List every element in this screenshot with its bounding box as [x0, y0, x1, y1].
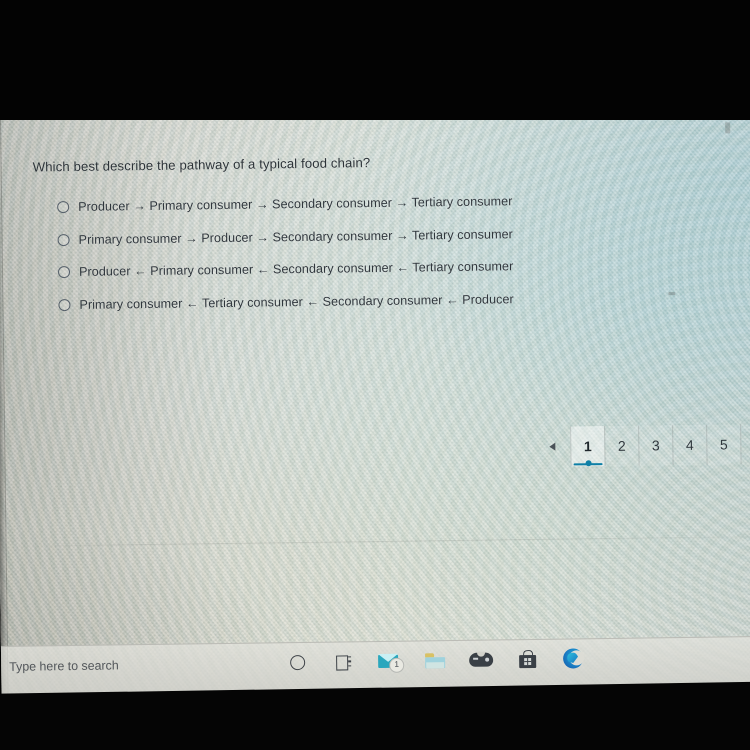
mail-unread-badge: 1	[389, 657, 405, 673]
pagination-page-label: 4	[685, 436, 694, 453]
answer-option-label: Producer → Primary consumer → Secondary …	[78, 194, 513, 215]
question-text: Which best describe the pathway of a typ…	[32, 155, 371, 175]
answer-options-list: Producer → Primary consumer → Secondary …	[57, 183, 699, 321]
folder-shape	[425, 652, 446, 668]
answer-option-label: Producer ← Primary consumer ← Secondary …	[78, 259, 514, 280]
radio-button-icon[interactable]	[58, 298, 71, 311]
laptop-screen: Which best describe the pathway of a typ…	[0, 107, 750, 701]
screen-artifact-edge	[725, 122, 731, 134]
pagination: 1 2 3 4 5	[534, 424, 742, 467]
radio-button-icon[interactable]	[57, 233, 70, 246]
pagination-page-4[interactable]: 4	[672, 424, 707, 466]
quiz-page-content: Which best describe the pathway of a typ…	[0, 108, 750, 701]
page-divider	[13, 536, 750, 547]
photo-of-laptop-screen: Which best describe the pathway of a typ…	[0, 0, 750, 750]
letterbox-bottom-fill	[0, 712, 750, 750]
file-explorer-icon[interactable]	[422, 647, 448, 673]
microsoft-edge-icon[interactable]	[560, 645, 586, 671]
mail-icon[interactable]: 1	[376, 648, 405, 674]
pagination-page-label: 1	[583, 438, 592, 455]
pagination-page-2[interactable]: 2	[604, 425, 639, 467]
pagination-page-1[interactable]: 1	[570, 426, 605, 467]
radio-button-icon[interactable]	[57, 266, 71, 279]
edge-swirl-shape	[562, 648, 584, 669]
xbox-controller-icon[interactable]	[468, 647, 494, 673]
chevron-left-icon	[549, 442, 556, 451]
pagination-active-indicator	[573, 462, 603, 466]
letterbox-top	[0, 0, 750, 120]
radio-button-icon[interactable]	[57, 201, 70, 214]
microsoft-store-icon[interactable]	[514, 646, 540, 672]
task-view-shape	[335, 654, 351, 671]
pagination-page-5[interactable]: 5	[706, 424, 742, 465]
pagination-page-3[interactable]: 3	[638, 425, 673, 466]
answer-option-label: Primary consumer ← Tertiary consumer ← S…	[79, 291, 514, 312]
cortana-icon[interactable]	[284, 649, 310, 675]
task-view-icon[interactable]	[330, 648, 356, 674]
pagination-page-label: 3	[651, 437, 660, 454]
answer-option-label: Primary consumer → Producer → Secondary …	[78, 226, 513, 247]
mail-envelope-shape: 1	[378, 653, 405, 673]
pagination-page-label: 5	[719, 436, 728, 453]
shopping-bag-shape	[518, 649, 536, 669]
screen-artifact-mark	[668, 292, 676, 296]
answer-option-4[interactable]: Primary consumer ← Tertiary consumer ← S…	[58, 280, 698, 321]
pagination-prev-button[interactable]	[534, 426, 571, 466]
cortana-circle-shape	[289, 654, 305, 670]
taskbar-search-input[interactable]: Type here to search	[9, 658, 119, 673]
taskbar-icon-tray: 1	[284, 645, 586, 675]
pagination-page-label: 2	[617, 437, 626, 454]
gamepad-shape	[469, 651, 494, 667]
